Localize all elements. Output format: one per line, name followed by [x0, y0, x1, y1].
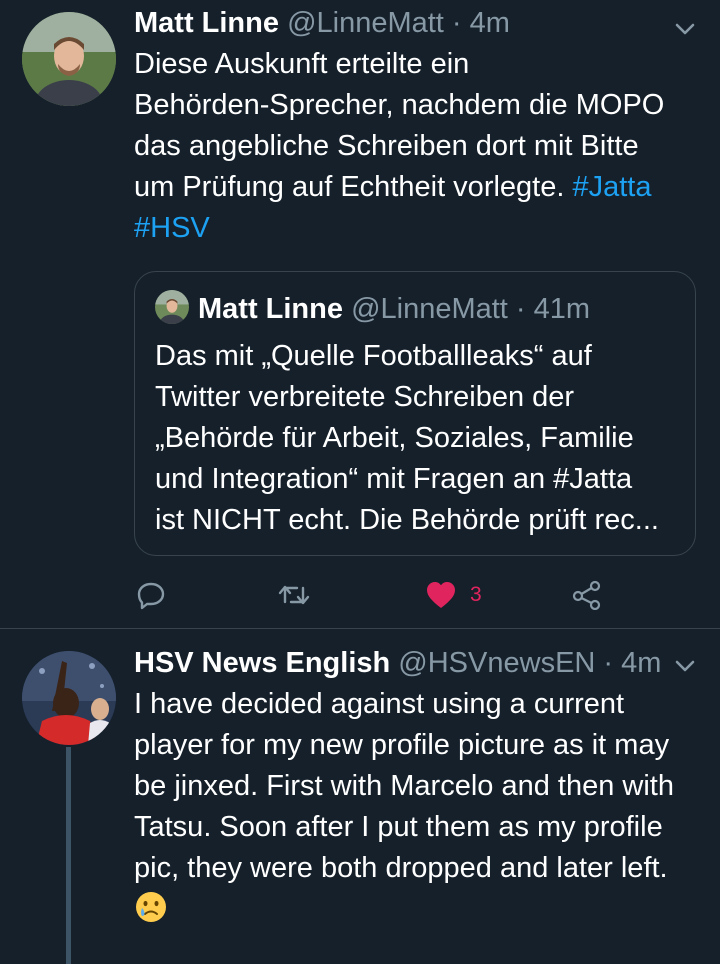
tweet-text-line: be jinxed. First with Marcelo and then w…	[134, 770, 674, 802]
author-handle[interactable]: @LinneMatt	[287, 7, 444, 39]
tweet-text-line: I have decided against using a current	[134, 688, 625, 720]
avatar[interactable]	[22, 651, 116, 745]
share-button[interactable]	[571, 578, 603, 612]
quoted-author-handle: @LinneMatt	[351, 293, 508, 325]
tweet-text-fragment: um Prüfung auf Echtheit vorlegte.	[134, 171, 565, 203]
tweet-text: I have decided against using a current p…	[134, 684, 704, 930]
crying-face-emoji	[136, 892, 166, 922]
timestamp[interactable]: 4m	[621, 647, 661, 679]
thread-line	[66, 747, 71, 964]
tweet-text-line: Behörden-Sprecher, nachdem die MOPO	[134, 89, 665, 121]
quoted-text-line: „Behörde für Arbeit, Soziales, Familie	[155, 422, 634, 454]
tweet-text-line	[134, 889, 704, 930]
reply-icon	[137, 582, 165, 610]
quoted-text-line: Twitter verbreitete Schreiben der	[155, 381, 575, 413]
author-name[interactable]: HSV News English	[134, 647, 390, 679]
quoted-text-line: und Integration“ mit Fragen an #Jatta	[155, 463, 633, 495]
avatar-photo	[155, 290, 189, 324]
quoted-timestamp: 41m	[533, 293, 591, 325]
retweet-icon	[278, 585, 310, 605]
hashtag-link[interactable]: #Jatta	[572, 171, 651, 203]
quoted-tweet[interactable]: Matt Linne @LinneMatt · 41m Das mit „Que…	[134, 271, 696, 556]
tweet-text-line: Tatsu. Soon after I put them as my profi…	[134, 811, 663, 843]
quoted-avatar	[155, 290, 189, 324]
retweet-button[interactable]	[277, 578, 311, 612]
tweet-text-line: pic, they were both dropped and later le…	[134, 852, 668, 884]
like-button[interactable]: 3	[426, 578, 482, 612]
avatar[interactable]	[22, 12, 116, 106]
avatar-photo	[22, 651, 116, 745]
tweet-hsv-news-english[interactable]: HSV News English @HSVnewsEN · 4m I have …	[0, 629, 720, 964]
quoted-tweet-header: Matt Linne @LinneMatt · 41m	[155, 290, 590, 327]
chevron-down-icon[interactable]	[672, 653, 698, 679]
tweet-text-line: #HSV	[134, 208, 702, 249]
tweet-matt-linne[interactable]: Matt Linne @LinneMatt · 4m Diese Auskunf…	[0, 0, 720, 629]
separator-dot: ·	[603, 647, 614, 679]
heart-icon	[427, 582, 455, 608]
share-icon	[572, 580, 601, 610]
quoted-tweet-text: Das mit „Quelle Footballleaks“ auf Twitt…	[155, 336, 685, 541]
quoted-text-line: ist NICHT echt. Die Behörde prüft rec...	[155, 504, 659, 536]
author-name[interactable]: Matt Linne	[134, 7, 279, 39]
tweet-text-line: player for my new profile picture as it …	[134, 729, 670, 761]
tweet-header: Matt Linne @LinneMatt · 4m	[134, 5, 510, 41]
tweet-text-line: das angebliche Schreiben dort mit Bitte	[134, 130, 639, 162]
tweet-actions: 3	[0, 578, 720, 612]
separator-dot: ·	[515, 293, 526, 325]
chevron-down-icon[interactable]	[672, 16, 698, 42]
quoted-author-name: Matt Linne	[198, 293, 343, 325]
quoted-text-line: Das mit „Quelle Footballleaks“ auf	[155, 340, 592, 372]
author-handle[interactable]: @HSVnewsEN	[398, 647, 595, 679]
avatar-photo	[22, 12, 116, 106]
tweet-text-line: Diese Auskunft erteilte ein	[134, 48, 470, 80]
tweet-text-line: um Prüfung auf Echtheit vorlegte. #Jatta	[134, 167, 702, 208]
like-count: 3	[470, 583, 482, 606]
reply-button[interactable]	[136, 578, 166, 612]
separator-dot: ·	[451, 7, 462, 39]
timestamp[interactable]: 4m	[470, 7, 510, 39]
hashtag-link[interactable]: #HSV	[134, 212, 210, 244]
tweet-text: Diese Auskunft erteilte ein Behörden-Spr…	[134, 44, 702, 249]
tweet-header: HSV News English @HSVnewsEN · 4m	[134, 645, 661, 681]
